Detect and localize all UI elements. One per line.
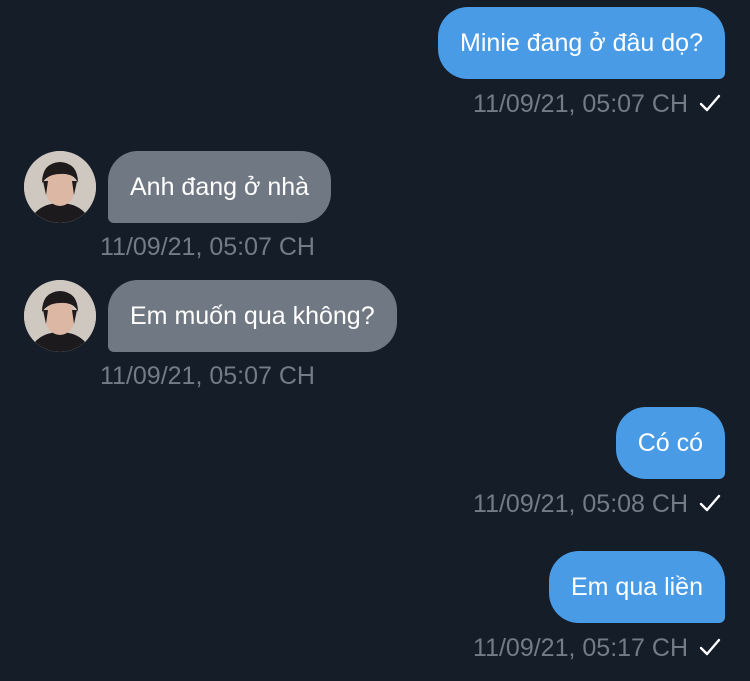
message-text: Có có <box>637 429 703 457</box>
outgoing-message-bubble[interactable]: Em qua liền <box>548 551 725 623</box>
outgoing-message-bubble[interactable]: Có có <box>615 407 725 479</box>
message-meta: 11/09/21, 05:07 CH <box>473 89 722 119</box>
message-timestamp: 11/09/21, 05:07 CH <box>100 362 315 390</box>
incoming-message-bubble[interactable]: Anh đang ở nhà <box>108 151 332 223</box>
message-text: Minie đang ở đâu dọ? <box>460 29 703 57</box>
contact-avatar[interactable] <box>24 151 96 223</box>
message-timestamp: 11/09/21, 05:17 CH <box>473 634 688 662</box>
message-meta: 11/09/21, 05:17 CH <box>473 633 722 663</box>
message-text: Em qua liền <box>570 573 703 601</box>
message-meta: 11/09/21, 05:07 CH <box>100 232 315 262</box>
avatar-image <box>24 151 96 223</box>
message-timestamp: 11/09/21, 05:08 CH <box>473 490 688 518</box>
message-text: Em muốn qua không? <box>130 302 375 330</box>
checkmark-icon <box>699 638 721 656</box>
message-timestamp: 11/09/21, 05:07 CH <box>473 90 688 118</box>
avatar-image <box>24 280 96 352</box>
message-meta: 11/09/21, 05:08 CH <box>473 489 722 519</box>
checkmark-icon <box>699 494 721 512</box>
message-meta: 11/09/21, 05:07 CH <box>100 361 315 391</box>
message-text: Anh đang ở nhà <box>130 173 310 201</box>
contact-avatar[interactable] <box>24 280 96 352</box>
checkmark-icon <box>699 94 721 112</box>
message-timestamp: 11/09/21, 05:07 CH <box>100 233 315 261</box>
outgoing-message-bubble[interactable]: Minie đang ở đâu dọ? <box>438 7 725 79</box>
incoming-message-bubble[interactable]: Em muốn qua không? <box>108 280 397 352</box>
